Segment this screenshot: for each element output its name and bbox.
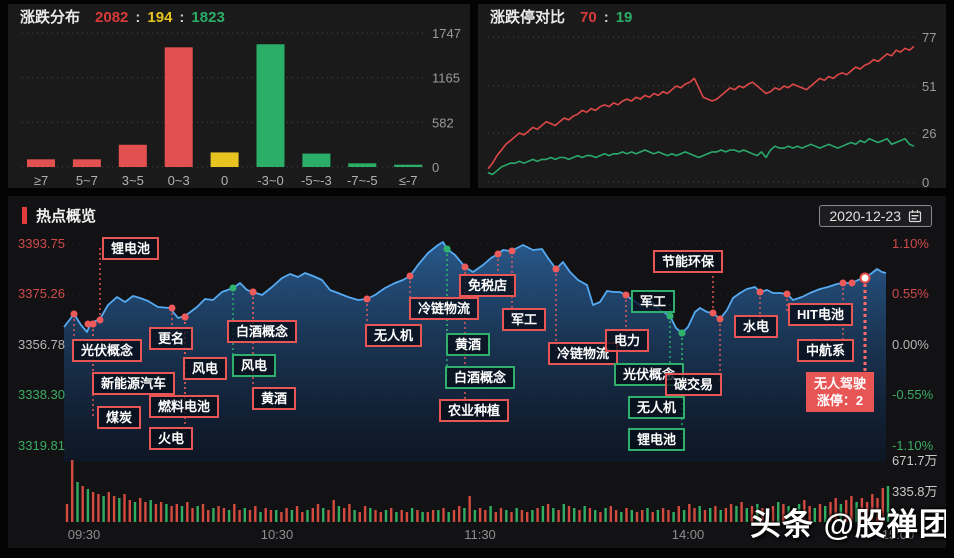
hotspot-tag[interactable]: 新能源汽车 [92,372,176,395]
price-axis-label: 3319.81 [18,438,65,453]
panel-limit-compare: 涨跌停对比 70 : 19 0 26 51 77 [478,4,946,188]
limit-up-count: 70 [580,9,597,26]
separator: : [603,9,609,26]
percent-axis-label: -1.10% [892,438,934,453]
hotspot-tag[interactable]: 碳交易 [665,373,723,396]
hotspot-tag[interactable]: 黄酒 [252,387,297,410]
svg-text:1165: 1165 [432,71,460,86]
svg-text:5~7: 5~7 [76,173,98,188]
price-axis-label: 3375.26 [18,286,65,301]
hotspot-tag[interactable]: 黄酒 [446,333,491,356]
percent-axis-label: -0.55% [892,387,934,402]
limit-down-count: 19 [615,9,633,26]
date-picker[interactable]: 2020-12-23 [819,205,932,227]
svg-text:3~5: 3~5 [122,173,144,188]
hotspot-tag[interactable]: 军工 [631,290,676,313]
hotspot-tag[interactable]: 农业种植 [439,399,510,422]
svg-text:51: 51 [922,79,936,94]
panel-accent-bar [22,207,27,224]
hotspot-tag[interactable]: 光伏概念 [72,339,143,362]
watermark: 头条 @股禅团长 [750,507,946,542]
panel-hotspot-overview: 热点概览 2020-12-23 3393.75 3375.26 3356.78 333… [8,196,946,548]
advancers-count: 2082 [95,9,129,26]
svg-text:-5~-3: -5~-3 [301,173,332,188]
decliners-count: 1823 [191,9,225,26]
calendar-icon [908,210,922,223]
distribution-bar-chart: 0 582 1165 1747 ≥7 5~7 3~5 0~3 0 -3~0 -5~-3 -7~-5 ≤-… [22,26,461,188]
price-axis-label: 3393.75 [18,236,65,251]
hotspot-tag[interactable]: 节能环保 [653,250,724,273]
hotspot-tag[interactable]: 白酒概念 [227,320,298,343]
hotspot-tag[interactable]: 无人机 [365,324,423,347]
svg-text:0: 0 [922,175,929,188]
hotspot-tag[interactable]: 无人驾驶 涨停：2 [806,372,875,412]
hotspot-annotations: 3393.75 3375.26 3356.78 3338.30 3319.81 1.10%… [8,196,946,548]
price-axis-label: 3356.78 [18,337,65,352]
svg-text:0: 0 [221,173,228,188]
distribution-title: 涨跌分布 [20,9,81,26]
time-axis-label: 09:30 [67,527,101,542]
separator: : [135,9,141,26]
svg-text:≤-7: ≤-7 [399,173,418,188]
percent-axis-label: 1.10% [892,236,929,251]
time-axis-label: 10:30 [260,527,294,542]
hotspot-tag[interactable]: 燃料电池 [149,395,220,418]
svg-text:≥7: ≥7 [34,173,48,188]
hotspot-tag[interactable]: 水电 [734,315,779,338]
svg-text:-7~-5: -7~-5 [347,173,378,188]
hotspot-tag[interactable]: 免税店 [459,274,517,297]
hotspot-tag[interactable]: 中航系 [797,339,855,362]
separator: : [179,9,185,26]
stock-dashboard: 涨跌分布 2082 : 194 : 1823 0 582 1165 1747 ≥7 5~7… [0,0,954,558]
unchanged-count: 194 [147,9,173,26]
svg-text:582: 582 [432,115,454,130]
date-value: 2020-12-23 [829,208,901,224]
percent-axis-label: 0.55% [892,286,929,301]
hotspot-tag[interactable]: 锂电池 [102,237,160,260]
hotspot-tag[interactable]: 锂电池 [628,428,686,451]
percent-axis-label: 0.00% [892,337,929,352]
distribution-header: 涨跌分布 2082 : 194 : 1823 [20,8,225,28]
svg-text:1747: 1747 [432,26,461,41]
hotspot-tag[interactable]: 更名 [149,327,194,350]
limit-compare-header: 涨跌停对比 70 : 19 [490,8,632,28]
hotspot-tag[interactable]: 无人机 [628,396,686,419]
hotspot-tag[interactable]: HIT电池 [788,303,853,326]
svg-text:26: 26 [922,126,936,141]
hotspot-title: 热点概览 [36,208,97,225]
hotspot-header: 热点概览 [22,205,96,226]
hotspot-tag[interactable]: 火电 [149,427,194,450]
price-axis-label: 3338.30 [18,387,65,402]
hotspot-tag[interactable]: 军工 [502,308,547,331]
hotspot-tag[interactable]: 电力 [605,329,650,352]
svg-text:0: 0 [432,160,439,175]
panel-distribution: 涨跌分布 2082 : 194 : 1823 0 582 1165 1747 ≥7 5~7… [8,4,470,188]
time-axis-label: 14:00 [671,527,705,542]
hotspot-tag[interactable]: 风电 [183,357,228,380]
svg-text:77: 77 [922,30,936,45]
hotspot-tag[interactable]: 冷链物流 [409,297,480,320]
limit-compare-line-chart: 0 26 51 77 [487,30,936,188]
svg-text:-3~0: -3~0 [257,173,283,188]
hotspot-tag[interactable]: 煤炭 [97,406,142,429]
volume-axis-label: 335.8万 [892,484,938,499]
svg-text:0~3: 0~3 [168,173,190,188]
limit-compare-title: 涨跌停对比 [490,9,566,26]
hotspot-tag[interactable]: 白酒概念 [445,366,516,389]
time-axis-label: 11:30 [464,527,496,542]
volume-axis-label: 671.7万 [892,453,938,468]
hotspot-tag[interactable]: 风电 [232,354,277,377]
